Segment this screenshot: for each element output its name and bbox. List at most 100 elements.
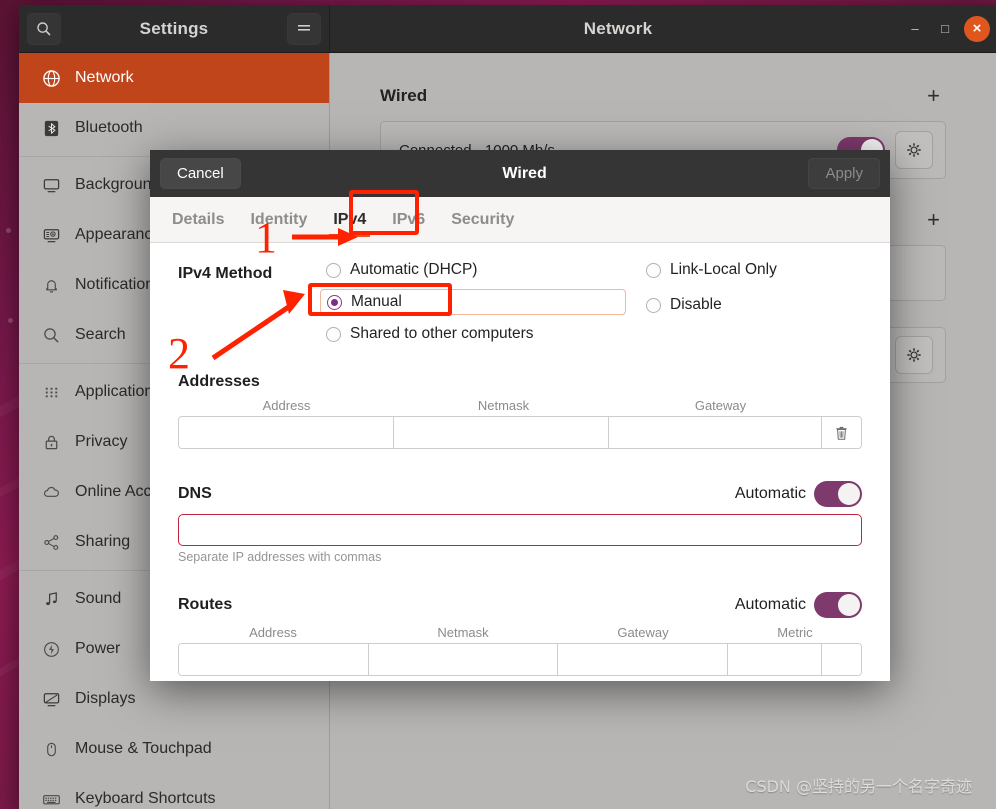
ipv4-method-options: Automatic (DHCP) Manual Shared to other …: [320, 261, 862, 343]
column-header-netmask: Netmask: [477, 398, 530, 413]
settings-window: Settings Network – □ × Network Bluetooth…: [19, 5, 996, 809]
settings-headerbar-left: Settings: [19, 5, 330, 52]
radio-automatic-dhcp[interactable]: Automatic (DHCP): [326, 261, 646, 279]
ipv4-method-section: IPv4 Method Automatic (DHCP) Manual Shar…: [178, 261, 862, 343]
routes-automatic-toggle[interactable]: [814, 592, 862, 618]
display-icon: [41, 689, 61, 709]
radio-link-local-only[interactable]: Link-Local Only: [646, 261, 777, 279]
address-input[interactable]: [179, 417, 394, 448]
sidebar-item-label: Sharing: [75, 533, 131, 550]
dialog-title: Wired: [502, 164, 547, 182]
sidebar-item-keyboard-shortcuts[interactable]: Keyboard Shortcuts: [19, 774, 329, 809]
minimize-button[interactable]: –: [900, 14, 930, 44]
window-headerbar: Settings Network – □ ×: [19, 5, 996, 53]
wired-settings-button[interactable]: [895, 131, 933, 169]
addresses-title: Addresses: [178, 373, 260, 390]
sidebar-item-label: Displays: [75, 690, 136, 707]
search-icon: [41, 325, 61, 345]
add-wired-button[interactable]: +: [921, 83, 946, 109]
proxy-settings-button[interactable]: [895, 336, 933, 374]
delete-address-row-button[interactable]: [822, 417, 861, 448]
addresses-table-row: [178, 416, 862, 449]
sidebar-item-label: Keyboard Shortcuts: [75, 790, 216, 807]
wired-section-header: Wired +: [380, 53, 946, 121]
monitor-icon: [41, 175, 61, 195]
mouse-icon: [41, 739, 61, 759]
wallpaper-dot: [6, 228, 11, 233]
routes-section: Routes Automatic Address Netmask Gateway…: [178, 592, 862, 676]
watermark: CSDN @坚持的另一个名字奇迹: [745, 777, 972, 796]
column-header-gateway: Gateway: [694, 398, 747, 413]
close-button[interactable]: ×: [964, 15, 990, 42]
dialog-tabs: Details Identity IPv4 IPv6 Security: [150, 197, 890, 243]
column-header-metric: Metric: [777, 625, 813, 640]
routes-automatic-label: Automatic: [734, 596, 806, 613]
tab-ipv4[interactable]: IPv4: [329, 197, 371, 243]
dns-automatic-toggle[interactable]: [814, 481, 862, 507]
search-icon: [37, 21, 51, 36]
radio-indicator: [646, 297, 661, 313]
lock-icon: [41, 432, 61, 452]
sidebar-item-mouse-touchpad[interactable]: Mouse & Touchpad: [19, 724, 329, 774]
settings-title: Settings: [139, 18, 209, 38]
sidebar-item-label: Power: [75, 640, 121, 657]
column-header-gateway: Gateway: [617, 625, 669, 640]
manual-focus-ring: Manual: [320, 289, 626, 315]
sidebar-item-label: Applications: [75, 383, 162, 400]
dns-input[interactable]: [178, 514, 862, 546]
routes-header-row: Routes Automatic: [178, 592, 862, 618]
tab-identity[interactable]: Identity: [250, 197, 307, 243]
ipv4-method-column-right: Link-Local Only Disable: [646, 261, 777, 343]
sidebar-item-label: Network: [75, 69, 134, 86]
radio-indicator: [646, 262, 661, 278]
route-metric-input[interactable]: [728, 644, 823, 675]
gear-icon: [907, 143, 921, 157]
radio-label: Automatic (DHCP): [350, 261, 478, 278]
route-gateway-input[interactable]: [558, 644, 729, 675]
bluetooth-icon: [41, 118, 61, 138]
search-button[interactable]: [27, 12, 61, 45]
sidebar-item-displays[interactable]: Displays: [19, 674, 329, 724]
netmask-input[interactable]: [393, 417, 609, 448]
sidebar-item-label: Sound: [75, 590, 122, 607]
dns-section: DNS Automatic Separate IP addresses with…: [178, 481, 862, 564]
addresses-section: Addresses Address Netmask Gateway: [178, 373, 862, 449]
music-note-icon: [41, 589, 61, 609]
radio-label: Shared to other computers: [350, 325, 534, 342]
cancel-button[interactable]: Cancel: [160, 158, 241, 189]
radio-shared-to-other-computers[interactable]: Shared to other computers: [326, 325, 646, 343]
dialog-headerbar: Cancel Wired Apply: [150, 150, 890, 197]
gear-icon: [907, 348, 921, 362]
sidebar-item-label: Search: [75, 326, 126, 343]
sidebar-item-label: Background: [75, 176, 161, 193]
sidebar-item-bluetooth[interactable]: Bluetooth: [19, 103, 329, 153]
route-address-input[interactable]: [179, 644, 369, 675]
radio-disable[interactable]: Disable: [646, 296, 777, 314]
radio-indicator: [326, 326, 341, 342]
route-netmask-input[interactable]: [368, 644, 559, 675]
menu-button[interactable]: [287, 12, 321, 45]
dns-automatic-control: Automatic: [735, 481, 862, 507]
routes-title: Routes: [178, 596, 233, 613]
tab-details[interactable]: Details: [172, 197, 224, 243]
sidebar-item-network[interactable]: Network: [19, 53, 329, 103]
maximize-button[interactable]: □: [930, 14, 960, 44]
network-headerbar-right: Network – □ ×: [330, 5, 996, 52]
apply-button[interactable]: Apply: [808, 158, 880, 189]
column-header-address: Address: [262, 398, 311, 413]
sidebar-item-label: Appearance: [75, 226, 162, 243]
gateway-input[interactable]: [608, 417, 823, 448]
wired-settings-dialog: Cancel Wired Apply Details Identity IPv4…: [150, 150, 890, 681]
add-vpn-button[interactable]: +: [921, 207, 946, 233]
addresses-column-headers: Address Netmask Gateway: [178, 398, 862, 413]
ipv4-panel: IPv4 Method Automatic (DHCP) Manual Shar…: [150, 243, 890, 681]
wired-heading: Wired: [380, 86, 428, 105]
delete-route-row-button[interactable]: [822, 644, 861, 675]
tab-security[interactable]: Security: [451, 197, 514, 243]
sidebar-item-label: Mouse & Touchpad: [75, 740, 212, 757]
share-icon: [41, 532, 61, 552]
radio-manual[interactable]: Manual: [327, 293, 619, 311]
dns-hint: Separate IP addresses with commas: [178, 550, 382, 564]
tab-ipv6[interactable]: IPv6: [392, 197, 425, 243]
routes-automatic-control: Automatic: [735, 592, 862, 618]
